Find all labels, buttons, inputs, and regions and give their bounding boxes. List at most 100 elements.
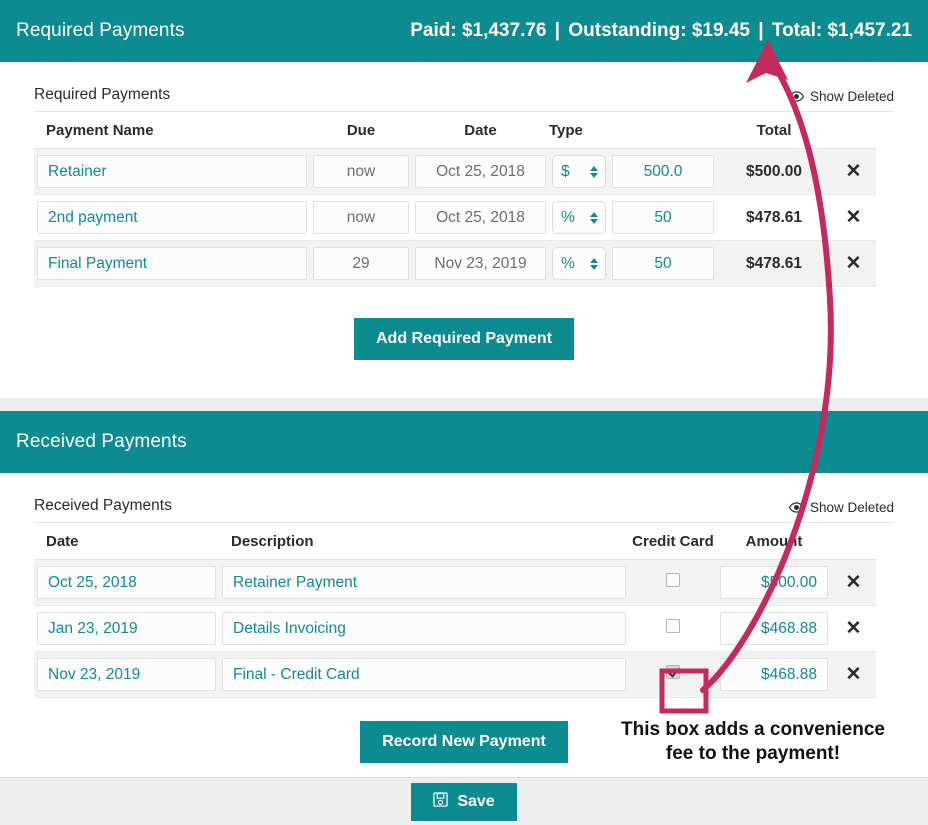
paid-value: $1,437.76 <box>461 20 547 41</box>
received-date-input[interactable] <box>37 612 216 645</box>
col-credit-card: Credit Card <box>629 523 717 560</box>
date-input[interactable] <box>415 247 546 280</box>
amount-input[interactable] <box>612 201 714 234</box>
cell-amount <box>609 194 717 241</box>
cell-credit-card <box>629 559 717 606</box>
due-input[interactable] <box>313 201 409 234</box>
cell-row-total: $478.61 <box>717 240 831 287</box>
save-button-label: Save <box>457 793 495 810</box>
floppy-disk-icon <box>433 792 448 812</box>
payment-name-input[interactable] <box>37 155 307 188</box>
col-payment-name: Payment Name <box>34 112 310 149</box>
cell-payment-name <box>34 240 310 287</box>
table-row: ✕ <box>34 651 876 698</box>
cell-received-date <box>34 605 219 652</box>
totals-summary: Paid: $1,437.76 | Outstanding: $19.45 | … <box>410 20 912 42</box>
paid-label: Paid: <box>410 20 457 41</box>
col-type: Type <box>549 112 609 149</box>
type-select[interactable]: % <box>552 201 606 234</box>
delete-row-button[interactable]: ✕ <box>846 208 862 227</box>
outstanding-value: $19.45 <box>691 20 750 41</box>
col-amount: Amount <box>717 523 831 560</box>
cell-date <box>412 148 549 195</box>
date-input[interactable] <box>415 155 546 188</box>
delete-received-row-button[interactable]: ✕ <box>846 573 862 592</box>
received-amount-input[interactable] <box>720 612 828 645</box>
description-input[interactable] <box>222 658 626 691</box>
amount-input[interactable] <box>612 247 714 280</box>
cell-description <box>219 651 629 698</box>
credit-card-checkbox[interactable] <box>666 573 680 587</box>
annotation-line-2: fee to the payment! <box>665 743 841 765</box>
delete-row-button[interactable]: ✕ <box>846 254 862 273</box>
credit-card-checkbox[interactable] <box>666 619 680 633</box>
cell-type: % <box>549 194 609 241</box>
credit-card-checkbox[interactable] <box>666 665 680 679</box>
due-input[interactable] <box>313 247 409 280</box>
received-payments-header: Received Payments <box>0 411 928 473</box>
received-amount-input[interactable] <box>720 658 828 691</box>
show-deleted-required-toggle[interactable]: Show Deleted <box>788 89 894 104</box>
delete-row-button[interactable]: ✕ <box>846 162 862 181</box>
description-input[interactable] <box>222 566 626 599</box>
cell-due <box>310 240 412 287</box>
type-select[interactable]: % <box>552 247 606 280</box>
date-input[interactable] <box>415 201 546 234</box>
cell-received-amount <box>717 559 831 606</box>
description-input[interactable] <box>222 612 626 645</box>
received-table-header-row: Date Description Credit Card Amount <box>34 523 876 560</box>
eye-icon <box>788 502 805 513</box>
required-table-header-row: Payment Name Due Date Type Total <box>34 112 876 149</box>
cell-type: % <box>549 240 609 287</box>
delete-received-row-button[interactable]: ✕ <box>846 619 862 638</box>
total-value: $1,457.21 <box>827 20 912 41</box>
show-deleted-required-label: Show Deleted <box>809 89 894 104</box>
delete-received-row-button[interactable]: ✕ <box>846 665 862 684</box>
received-amount-input[interactable] <box>720 566 828 599</box>
due-input[interactable] <box>313 155 409 188</box>
cell-due <box>310 148 412 195</box>
col-received-date: Date <box>34 523 219 560</box>
type-select[interactable]: $ <box>552 155 606 188</box>
show-deleted-received-label: Show Deleted <box>809 500 894 515</box>
required-payments-title: Required Payments <box>16 20 185 41</box>
payments-page: Required Payments Paid: $1,437.76 | Outs… <box>0 0 928 825</box>
totals-separator-2: | <box>758 20 764 41</box>
amount-input[interactable] <box>612 155 714 188</box>
cell-description <box>219 559 629 606</box>
save-button[interactable]: Save <box>411 783 517 821</box>
annotation-line-1: This box adds a convenience <box>621 719 885 740</box>
save-bar: Save <box>0 777 928 825</box>
cell-received-amount <box>717 605 831 652</box>
received-date-input[interactable] <box>37 658 216 691</box>
required-payments-table: Payment Name Due Date Type Total $ $500.0… <box>34 112 876 287</box>
total-label: Total: <box>771 20 823 41</box>
record-new-payment-button[interactable]: Record New Payment <box>360 721 568 763</box>
table-row: $ $500.00 ✕ <box>34 148 876 195</box>
cell-delete: ✕ <box>831 240 876 287</box>
cell-credit-card <box>629 651 717 698</box>
received-payments-table: Date Description Credit Card Amount ✕ ✕ ✕ <box>34 523 876 698</box>
required-payments-body: Required Payments Show Deleted Payment N… <box>0 62 928 398</box>
received-subhead-title: Received Payments <box>34 497 172 514</box>
cell-description <box>219 605 629 652</box>
table-row: ✕ <box>34 559 876 606</box>
payment-name-input[interactable] <box>37 247 307 280</box>
cell-credit-card <box>629 605 717 652</box>
cell-received-delete: ✕ <box>831 605 876 652</box>
cell-amount <box>609 240 717 287</box>
cell-date <box>412 240 549 287</box>
cell-date <box>412 194 549 241</box>
type-select-value: % <box>561 208 575 226</box>
cell-received-date <box>34 559 219 606</box>
cell-delete: ✕ <box>831 148 876 195</box>
add-required-payment-button[interactable]: Add Required Payment <box>353 318 575 360</box>
show-deleted-received-toggle[interactable]: Show Deleted <box>788 500 894 515</box>
cell-row-total: $478.61 <box>717 194 831 241</box>
received-date-input[interactable] <box>37 566 216 599</box>
cell-received-date <box>34 651 219 698</box>
required-payments-header: Required Payments Paid: $1,437.76 | Outs… <box>0 0 928 62</box>
payment-name-input[interactable] <box>37 201 307 234</box>
cell-delete: ✕ <box>831 194 876 241</box>
cell-due <box>310 194 412 241</box>
